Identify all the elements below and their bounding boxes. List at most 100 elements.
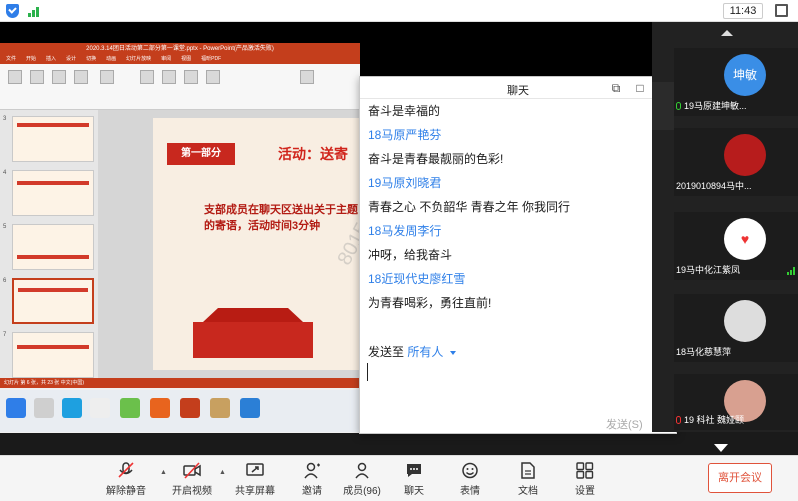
ppt-menu-item: 插入 xyxy=(46,56,57,62)
thumb-number: 4 xyxy=(3,170,7,176)
share-screen-label: 共享屏幕 xyxy=(235,486,275,497)
thumb-number: 7 xyxy=(3,332,7,338)
reactions-label: 表情 xyxy=(460,486,480,497)
thumb-number: 3 xyxy=(3,116,7,122)
slide-thumb-selected xyxy=(12,278,94,324)
participant-name: 19马原建坤敏... xyxy=(684,101,747,111)
current-slide: 第一部分 活动：送寄 支部成员在聊天区送出关于主题的寄语，活动时间3分钟 801… xyxy=(153,118,360,370)
slide-thumb xyxy=(12,170,94,216)
mic-muted-icon xyxy=(676,416,681,424)
chat-message-sender[interactable]: 18近现代史廖红雪 xyxy=(368,267,676,291)
participant-label: 18马化慈慧萍 xyxy=(676,345,731,359)
chevron-up-icon[interactable] xyxy=(721,30,733,36)
ribbon-button xyxy=(206,70,220,84)
ppt-menu-item: 文件 xyxy=(6,56,17,62)
docs-label: 文档 xyxy=(518,486,538,497)
chat-message-sender[interactable]: 19马原刘晓君 xyxy=(368,171,676,195)
ppt-menu-item: 福昕PDF xyxy=(201,56,222,62)
ppt-menu-item: 审阅 xyxy=(161,56,172,62)
powerpoint-window: 2020.3.14团日活动第二部分第一课堂.pptx - PowerPoint(… xyxy=(0,43,360,433)
popout-icon[interactable]: ⧉ xyxy=(608,80,624,96)
taskbar-app-icon xyxy=(90,398,110,418)
ribbon-button xyxy=(140,70,154,84)
leave-meeting-button[interactable]: 离开会议 xyxy=(708,463,772,493)
share-screen-icon xyxy=(246,462,264,479)
send-to-selector[interactable]: 发送至 所有人 xyxy=(368,343,456,360)
chat-title: 聊天 xyxy=(507,85,529,97)
ribbon-button xyxy=(8,70,22,84)
thumb-number: 6 xyxy=(3,278,7,284)
ppt-status-line: 幻灯片 第 6 张，共 23 张 中文(中国) xyxy=(0,378,360,388)
ppt-menu-bar: 文件 开始 插入 设计 切换 动画 幻灯片放映 审阅 视图 福昕PDF xyxy=(0,55,360,64)
unmute-button[interactable]: 解除静音 xyxy=(96,462,156,497)
slide-thumbnails: 3 4 5 6 7 xyxy=(0,110,98,378)
unmute-label: 解除静音 xyxy=(106,486,146,497)
maximize-icon[interactable]: □ xyxy=(632,80,648,96)
network-signal-icon[interactable] xyxy=(28,5,42,17)
share-screen-button[interactable]: 共享屏幕 xyxy=(225,462,285,497)
chat-message-text: 青春之心 不负韶华 青春之年 你我同行 xyxy=(368,200,571,214)
chat-message-sender[interactable]: 18马发周李行 xyxy=(368,219,676,243)
taskbar-app-icon xyxy=(150,398,170,418)
tiananmen-gate-image xyxy=(193,308,313,358)
slide-thumb xyxy=(12,332,94,378)
mic-muted-icon xyxy=(117,462,135,479)
video-tile[interactable]: 坤敏 19马原建坤敏... xyxy=(674,48,798,116)
side-tab[interactable] xyxy=(652,82,674,130)
members-button[interactable]: 成员(96) xyxy=(332,462,392,497)
top-status-bar: 11:43 xyxy=(0,0,798,22)
collapse-arrow-icon[interactable] xyxy=(714,444,728,452)
participant-label: 19马中化江紫凤 xyxy=(676,263,740,277)
shield-icon[interactable] xyxy=(6,4,19,18)
ppt-menu-item: 幻灯片放映 xyxy=(126,56,152,62)
reactions-button[interactable]: 表情 xyxy=(440,462,500,497)
ribbon-button xyxy=(74,70,88,84)
avatar: ♥ xyxy=(724,218,766,260)
video-tile[interactable]: 2019010894马中... xyxy=(674,128,798,196)
grid-settings-icon xyxy=(576,462,594,479)
docs-button[interactable]: 文档 xyxy=(498,462,558,497)
video-panel: 坤敏 19马原建坤敏... 2019010894马中... ♥ 19马中化江紫凤 xyxy=(652,22,798,432)
mic-icon xyxy=(676,102,681,110)
chevron-down-icon[interactable] xyxy=(449,350,456,355)
chat-button[interactable]: 聊天 xyxy=(384,462,444,497)
video-tile[interactable]: 18马化慈慧萍 xyxy=(674,294,798,362)
ribbon-button xyxy=(30,70,44,84)
chat-window: 聊天 ⧉ □ ✕ 奋斗是幸福的 18马原严艳芬 奋斗是青春最靓丽的色彩! 19马… xyxy=(359,76,677,434)
chat-message-text: 为青春喝彩，勇往直前! xyxy=(368,296,492,310)
send-to-target[interactable]: 所有人 xyxy=(407,345,443,359)
avatar xyxy=(724,300,766,342)
ppt-menu-item: 切换 xyxy=(86,56,97,62)
participant-label: 2019010894马中... xyxy=(676,179,752,193)
video-tile[interactable]: ♥ 19马中化江紫凤 xyxy=(674,212,798,280)
send-to-label: 发送至 xyxy=(368,345,405,359)
chat-messages: 奋斗是幸福的 18马原严艳芬 奋斗是青春最靓丽的色彩! 19马原刘晓君 青春之心… xyxy=(360,99,676,331)
ribbon-button xyxy=(300,70,314,84)
ppt-ribbon xyxy=(0,64,360,110)
ribbon-button xyxy=(162,70,176,84)
fullscreen-icon[interactable] xyxy=(775,4,788,17)
chat-message-sender[interactable]: 18马原严艳芬 xyxy=(368,123,676,147)
text-cursor xyxy=(367,363,368,381)
chat-header: 聊天 ⧉ □ ✕ xyxy=(360,77,676,99)
settings-button[interactable]: 设置 xyxy=(555,462,615,497)
meeting-clock: 11:43 xyxy=(723,3,763,19)
slide-editor: 第一部分 活动：送寄 支部成员在聊天区送出关于主题的寄语，活动时间3分钟 801… xyxy=(98,110,360,378)
ppt-title-bar: 2020.3.14团日活动第二部分第一课堂.pptx - PowerPoint(… xyxy=(0,43,360,55)
meeting-toolbar: 解除静音 ▲ 开启视频 ▲ 共享屏幕 邀请 成员(96) 聊天 表情 文档 设置… xyxy=(0,455,798,501)
slide-section-label: 第一部分 xyxy=(167,143,235,165)
slide-body-text: 支部成员在聊天区送出关于主题的寄语，活动时间3分钟 xyxy=(204,204,358,232)
taskbar-app-icon xyxy=(62,398,82,418)
chat-input[interactable] xyxy=(366,361,666,405)
meeting-app: 11:43 2020.3.14团日活动第二部分第一课堂.pptx - Power… xyxy=(0,0,798,501)
slide-thumb xyxy=(12,116,94,162)
participant-name: 2019010894马中... xyxy=(676,181,752,191)
send-button[interactable]: 发送(S) xyxy=(606,416,643,432)
start-icon xyxy=(6,398,26,418)
avatar-initials: 坤敏 xyxy=(724,54,766,96)
video-tile[interactable]: 19 科社 魏娅颐 xyxy=(674,374,798,430)
participant-name: 19 科社 魏娅颐 xyxy=(684,415,745,425)
ribbon-button xyxy=(184,70,198,84)
slide-thumb xyxy=(12,224,94,270)
start-video-button[interactable]: 开启视频 xyxy=(162,462,222,497)
